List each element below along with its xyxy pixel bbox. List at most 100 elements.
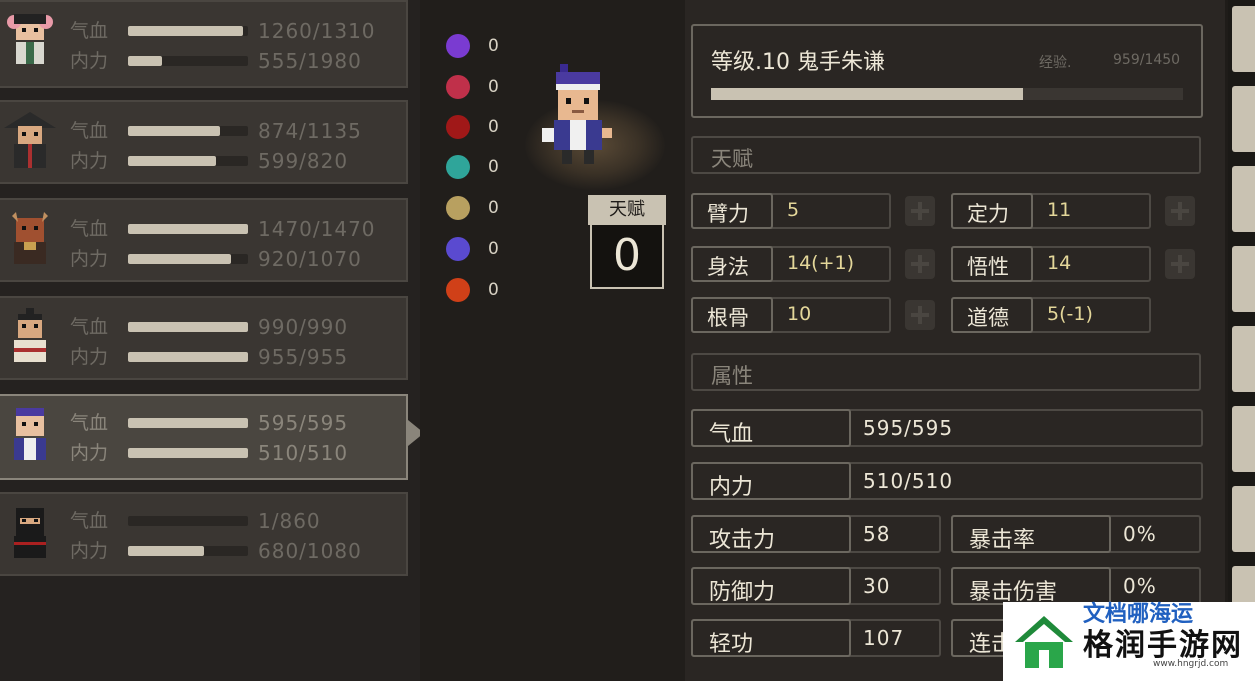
mp-row: 内力 920/1070 xyxy=(70,246,400,272)
attr-value: 14 xyxy=(1047,252,1072,274)
party-member-card[interactable]: 气血 1260/1310 内力 555/1980 xyxy=(0,0,408,88)
menu-tab[interactable] xyxy=(1232,6,1255,72)
party-member-card[interactable]: 气血 874/1135 内力 599/820 xyxy=(0,100,408,184)
menu-tab[interactable] xyxy=(1232,326,1255,392)
mp-bar xyxy=(128,56,248,66)
section-title: 属性 xyxy=(711,364,753,388)
prop-value: 58 xyxy=(863,522,891,546)
exp-value: 959/1450 xyxy=(1113,52,1181,68)
attr-label: 定力 xyxy=(967,202,1009,226)
mp-row: 内力 555/1980 xyxy=(70,48,400,74)
add-point-button[interactable] xyxy=(905,300,935,330)
hp-value: 1470/1470 xyxy=(258,217,376,241)
hp-value: 1/860 xyxy=(258,509,321,533)
status-burn[interactable]: 0 xyxy=(446,278,516,306)
prop-label: 气血 xyxy=(709,422,754,447)
menu-tab[interactable] xyxy=(1232,86,1255,152)
prop-label: 暴击率 xyxy=(969,528,1036,553)
hero-sprite xyxy=(542,64,612,164)
house-logo-icon xyxy=(1015,616,1073,668)
mp-label: 内力 xyxy=(70,248,109,270)
mp-label: 内力 xyxy=(70,540,109,562)
attr-morality: 道德 5(-1) xyxy=(951,297,1151,333)
mp-row: 内力 955/955 xyxy=(70,344,400,370)
hp-value: 990/990 xyxy=(258,315,349,339)
status-poison[interactable]: 0 xyxy=(446,34,516,62)
attr-value: 5 xyxy=(787,199,800,221)
status-count: 0 xyxy=(488,36,499,56)
mp-bar xyxy=(128,448,248,458)
hp-bar xyxy=(128,516,248,526)
prop-value: 0% xyxy=(1123,574,1157,598)
status-freeze[interactable]: 0 xyxy=(446,237,516,265)
attr-value: 5(-1) xyxy=(1047,303,1093,325)
talent-points-label: 天赋 xyxy=(588,195,666,225)
add-point-button[interactable] xyxy=(905,249,935,279)
mp-value: 920/1070 xyxy=(258,247,362,271)
party-member-card[interactable]: 气血 990/990 内力 955/955 xyxy=(0,296,408,380)
site-watermark: 文档哪海运 格润手游网 www.hngrjd.com xyxy=(1003,602,1255,681)
hp-value: 874/1135 xyxy=(258,119,362,143)
prop-label: 轻功 xyxy=(709,632,754,657)
blood-splat-icon xyxy=(446,115,470,139)
hp-label: 气血 xyxy=(70,412,109,434)
mp-value: 599/820 xyxy=(258,149,349,173)
mp-value: 555/1980 xyxy=(258,49,362,73)
status-heartbreak[interactable]: 0 xyxy=(446,75,516,103)
add-point-button[interactable] xyxy=(1165,196,1195,226)
talents-section-header: 天赋 xyxy=(691,136,1201,174)
character-detail-panel: 等级.10 鬼手朱谦 经验. 959/1450 天赋 臂力 5 定力 11 身法… xyxy=(685,0,1225,681)
prop-defense: 防御力 30 xyxy=(691,567,941,605)
status-stun[interactable]: 0 xyxy=(446,196,516,224)
mp-value: 955/955 xyxy=(258,345,349,369)
party-member-card-selected[interactable]: 气血 595/595 内力 510/510 xyxy=(0,394,408,480)
menu-tab-strip xyxy=(1228,0,1255,681)
exp-bar xyxy=(711,88,1183,100)
prop-label: 防御力 xyxy=(709,580,776,605)
hp-bar xyxy=(128,418,248,428)
purple-headband-hero-portrait xyxy=(14,408,46,460)
add-point-button[interactable] xyxy=(1165,249,1195,279)
mp-label: 内力 xyxy=(70,442,109,464)
attr-label: 根骨 xyxy=(707,306,749,330)
attr-value: 14(+1) xyxy=(787,252,855,274)
mp-value: 510/510 xyxy=(258,441,349,465)
prop-qinggong: 轻功 107 xyxy=(691,619,941,657)
menu-tab[interactable] xyxy=(1232,486,1255,552)
talent-points-box: 天赋 0 xyxy=(588,195,666,295)
prop-value: 0% xyxy=(1123,522,1157,546)
topknot-swordsman-portrait xyxy=(14,308,46,362)
character-header: 等级.10 鬼手朱谦 经验. 959/1450 xyxy=(691,24,1203,118)
party-member-card[interactable]: 气血 1/860 内力 680/1080 xyxy=(0,492,408,576)
section-title: 天赋 xyxy=(711,147,753,171)
status-count: 0 xyxy=(488,280,499,300)
prop-label: 攻击力 xyxy=(709,528,776,553)
mp-bar xyxy=(128,546,248,556)
status-bleed[interactable]: 0 xyxy=(446,115,516,143)
attr-strength: 臂力 5 xyxy=(691,193,891,229)
menu-tab[interactable] xyxy=(1232,246,1255,312)
status-toxin[interactable]: 0 xyxy=(446,155,516,183)
add-point-button[interactable] xyxy=(905,196,935,226)
horned-monk-portrait xyxy=(12,212,48,264)
hp-label: 气血 xyxy=(70,20,109,42)
flame-icon xyxy=(446,278,470,302)
exp-label: 经验. xyxy=(1039,55,1072,71)
attr-wisdom: 悟性 14 xyxy=(951,246,1151,282)
menu-tab[interactable] xyxy=(1232,406,1255,472)
hp-row: 气血 874/1135 xyxy=(70,118,400,144)
mp-bar xyxy=(128,254,248,264)
level-and-name: 等级.10 鬼手朱谦 xyxy=(711,50,885,75)
watermark-url: www.hngrjd.com xyxy=(1153,659,1229,669)
black-ninja-portrait xyxy=(14,508,46,558)
hp-bar xyxy=(128,126,248,136)
menu-tab[interactable] xyxy=(1232,166,1255,232)
straw-hat-warrior-portrait xyxy=(4,112,56,168)
attr-agility: 身法 14(+1) xyxy=(691,246,891,282)
status-count: 0 xyxy=(488,77,499,97)
status-count: 0 xyxy=(488,239,499,259)
party-member-card[interactable]: 气血 1470/1470 内力 920/1070 xyxy=(0,198,408,282)
talent-points-value: 0 xyxy=(590,225,664,289)
hp-bar xyxy=(128,26,248,36)
attr-value: 10 xyxy=(787,303,812,325)
